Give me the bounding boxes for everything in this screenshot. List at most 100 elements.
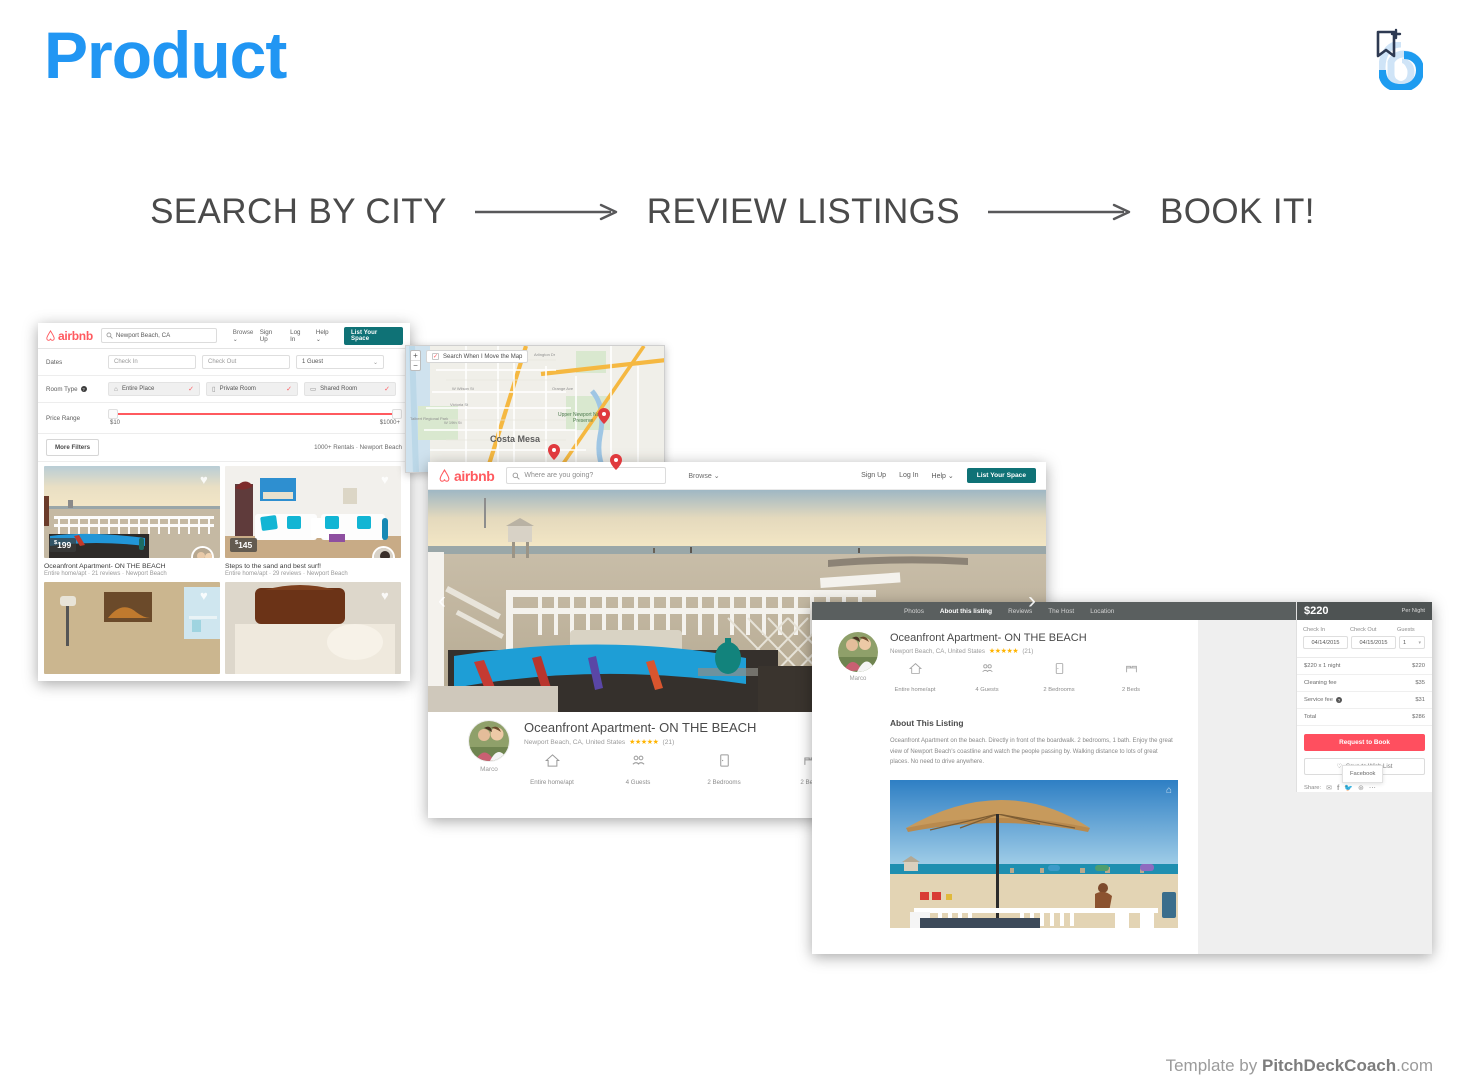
search-input-value: Newport Beach, CA [115, 332, 171, 339]
map-pin-icon[interactable] [610, 454, 622, 470]
check-icon: ✓ [384, 386, 390, 393]
tab-the-host[interactable]: The Host [1048, 608, 1074, 615]
airbnb-logo[interactable]: airbnb [438, 468, 495, 484]
listing-title[interactable]: Steps to the sand and best surf! [225, 563, 401, 570]
bedroom-lamp-photo [44, 582, 220, 674]
listing-card[interactable]: ♥ [225, 582, 401, 674]
sign-up-link[interactable]: Sign Up [260, 329, 281, 343]
listing-meta: Entire home/apt · 21 reviews · Newport B… [44, 571, 167, 577]
info-icon[interactable]: ? [80, 386, 87, 392]
listing-photo[interactable]: ⌂ [890, 779, 1178, 928]
rating-stars: ★★★★★ [988, 648, 1019, 655]
price-knob-max[interactable] [392, 409, 402, 419]
favorite-heart-icon[interactable]: ♥ [381, 473, 394, 486]
check-icon: ✓ [188, 386, 194, 393]
roomtype-private-room[interactable]: ▯ Private Room ✓ [206, 382, 298, 396]
checkin-label: Check In [1303, 627, 1326, 633]
listing-photo[interactable]: ♥ [44, 582, 220, 674]
favorite-heart-icon[interactable]: ♥ [200, 473, 213, 486]
roomtype-entire-place[interactable]: ⌂ Entire Place ✓ [108, 382, 200, 396]
roomtype-filter-row: Room Type ? ⌂ Entire Place ✓ ▯ Private R… [38, 376, 410, 403]
checkout-input[interactable]: 04/15/2015 [1351, 636, 1396, 649]
map-street-label: Arlington Dr [534, 352, 556, 357]
price-min-label: $10 [110, 420, 121, 426]
help-link[interactable]: Help ⌄ [932, 472, 954, 480]
facebook-icon[interactable]: f [1337, 785, 1339, 792]
map-park-label: Talbert Regional Park [410, 416, 449, 421]
checkout-input[interactable]: Check Out [202, 355, 290, 369]
save-to-wish-list-button[interactable]: ♡ Save to Wish List Facebook [1304, 758, 1425, 783]
about-text: Oceanfront Apartment on the beach. Direc… [890, 738, 1173, 765]
page-title: Product [44, 18, 287, 92]
log-in-link[interactable]: Log In [290, 329, 307, 343]
beach-umbrella-photo [890, 779, 1178, 928]
help-link[interactable]: Help ⌄ [316, 329, 335, 343]
more-filters-button[interactable]: More Filters [46, 439, 100, 456]
footer-suffix: .com [1396, 1056, 1433, 1075]
email-icon[interactable]: ✉ [1326, 784, 1332, 792]
airbnb-logo[interactable]: airbnb [45, 329, 93, 343]
airbnb-mark-icon [439, 469, 450, 482]
listing-photo[interactable]: $145 ♥ [225, 466, 401, 558]
twitter-icon[interactable]: 🐦 [1344, 784, 1353, 792]
checkin-input[interactable]: 04/14/2015 [1303, 636, 1348, 649]
listing-photo[interactable]: ♥ [225, 582, 401, 674]
slide-root: Product SEARCH BY CITY REVIEW LISTINGS B… [0, 0, 1465, 1090]
next-photo-arrow[interactable]: › [1028, 587, 1036, 615]
search-icon [512, 472, 521, 480]
fee-label: $220 x 1 night [1304, 663, 1341, 669]
map-pin-icon[interactable] [598, 408, 610, 424]
flow-step-3: BOOK IT! [1160, 192, 1315, 231]
map-pin-icon[interactable] [548, 444, 560, 460]
price-knob-min[interactable] [108, 409, 118, 419]
zoom-in-button[interactable]: + [411, 351, 420, 360]
host-avatar[interactable] [468, 720, 510, 762]
listing-photo[interactable]: $199 ♥ [44, 466, 220, 558]
prev-photo-arrow[interactable]: ‹ [438, 587, 446, 615]
guests-select[interactable]: 1 Guest ⌄ [296, 355, 384, 369]
browse-dropdown[interactable]: Browse ⌄ [233, 329, 260, 343]
pinterest-icon[interactable]: ⊛ [1358, 784, 1364, 792]
tab-photos[interactable]: Photos [904, 608, 924, 615]
dates-label: Dates [46, 358, 63, 366]
host-avatar-photo [374, 548, 393, 558]
listing-card[interactable]: ♥ [44, 582, 220, 674]
listing-grid: $199 ♥ Oceanfront Apartment- ON THE BEAC… [38, 462, 410, 678]
guests-select[interactable]: 1 ▾ [1399, 636, 1425, 649]
fee-row-cleaning: Cleaning fee $35 [1297, 675, 1432, 692]
more-icon[interactable]: ⋯ [1369, 784, 1376, 792]
log-in-link[interactable]: Log In [899, 472, 918, 479]
listing-card[interactable]: $199 ♥ Oceanfront Apartment- ON THE BEAC… [44, 466, 220, 577]
list-your-space-button[interactable]: List Your Space [343, 326, 403, 345]
brand-logo [1365, 26, 1427, 92]
map-panel[interactable]: + − ✓ Search When I Move the Map Costa M… [405, 345, 665, 473]
list-your-space-button[interactable]: List Your Space [966, 468, 1036, 483]
favorite-heart-icon[interactable]: ♥ [200, 589, 213, 602]
fee-value: $220 [1412, 663, 1425, 669]
sign-up-link[interactable]: Sign Up [861, 472, 886, 479]
guests-icon [981, 664, 993, 673]
map-city-label: Costa Mesa [490, 434, 541, 444]
info-icon[interactable]: ? [1336, 697, 1342, 703]
search-input[interactable]: Where are you going? [506, 467, 667, 484]
tab-about-this-listing[interactable]: About this listing [940, 608, 992, 615]
review-count: (21) [662, 738, 675, 746]
request-to-book-button[interactable]: Request to Book [1304, 734, 1425, 751]
map-zoom-controls[interactable]: + − [410, 350, 421, 371]
feature-bedrooms: 2 Bedrooms [696, 753, 752, 789]
checkin-input[interactable]: Check In [108, 355, 196, 369]
roomtype-shared-room[interactable]: ▭ Shared Room ✓ [304, 382, 396, 396]
listing-title[interactable]: Oceanfront Apartment- ON THE BEACH [44, 563, 220, 570]
host-avatar[interactable] [838, 632, 878, 672]
zoom-out-button[interactable]: − [411, 360, 420, 370]
checkout-label: Check Out [1350, 627, 1377, 633]
browse-dropdown[interactable]: Browse ⌄ [688, 472, 719, 480]
tab-location[interactable]: Location [1090, 608, 1114, 615]
listing-card[interactable]: $145 ♥ Steps to the sand and best surf! … [225, 466, 401, 577]
header-nav: Sign Up Log In Help ⌄ List Your Space [260, 326, 403, 345]
facebook-tooltip: Facebook [1342, 765, 1384, 783]
search-input[interactable]: Newport Beach, CA [100, 328, 217, 343]
price-range-slider[interactable]: $10 $1000+ [108, 409, 402, 427]
favorite-heart-icon[interactable]: ♥ [381, 589, 394, 602]
search-on-move-checkbox[interactable]: ✓ Search When I Move the Map [426, 350, 529, 363]
